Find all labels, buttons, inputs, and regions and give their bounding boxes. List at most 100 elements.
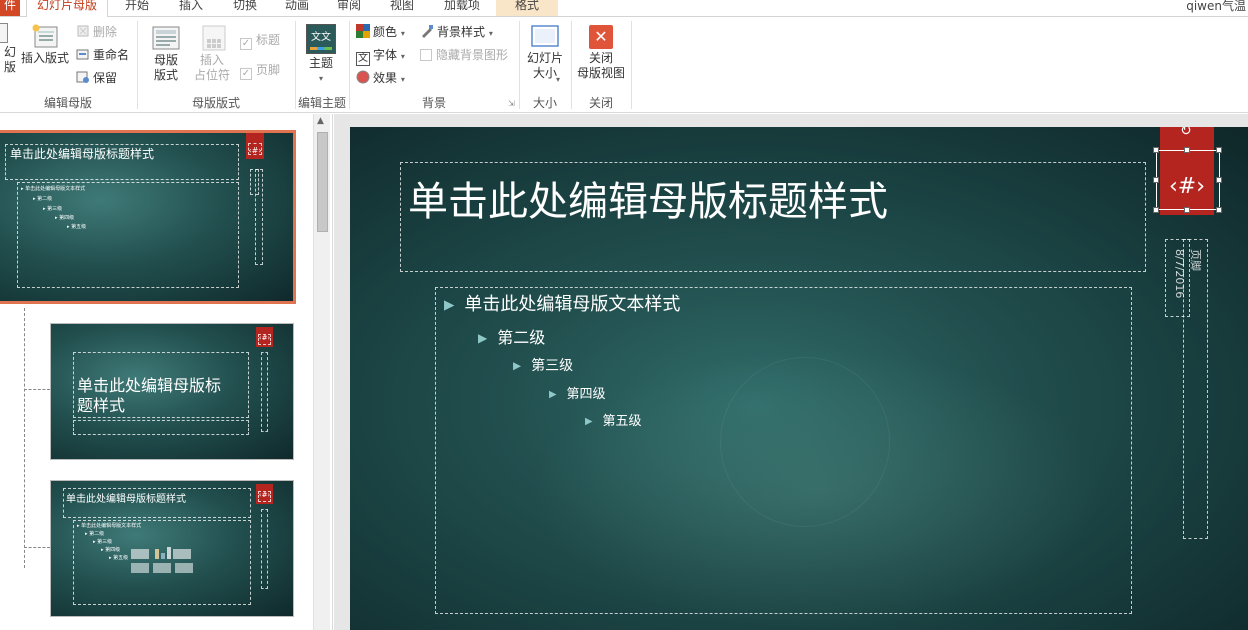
- tab-file[interactable]: 件: [0, 0, 20, 16]
- tab-home[interactable]: 开始: [112, 0, 162, 16]
- thumbnail-body-text: 第四级: [105, 547, 121, 553]
- thumbnail-body-text: 第四级: [59, 215, 75, 221]
- insert-slide-master-button[interactable]: 幻 版: [0, 23, 16, 75]
- bullet-arrow-icon: ▶: [444, 297, 455, 313]
- thumbnail-footer-placeholder: [261, 509, 268, 589]
- dialog-launcher-icon[interactable]: ⇲: [508, 99, 515, 108]
- thumbnail-body-level-5: ▸ 第五级: [109, 555, 129, 561]
- thumbnail-scrollbar[interactable]: ▲: [313, 114, 330, 630]
- footer-placeholder[interactable]: [1183, 239, 1208, 539]
- thumbnail-body-text: 第二级: [89, 531, 105, 537]
- thumbnail-body-level-4: ▸ 第四级: [55, 215, 75, 221]
- slide-editing-area[interactable]: 单击此处编辑母版标题样式 ▶ 单击此处编辑母版文本样式 ▶ 第二级 ▶ 第三级 ▶ 第四…: [334, 114, 1248, 630]
- title-checkbox[interactable]: ✓ 标题: [240, 31, 281, 50]
- fonts-button[interactable]: 文字体 ▾: [356, 46, 405, 66]
- slide-size-label: 幻灯片 大小: [526, 51, 563, 80]
- resize-handle[interactable]: [1153, 207, 1159, 213]
- rename-icon: [76, 47, 90, 61]
- group-label-master-layout: 母版版式: [191, 96, 240, 110]
- thumbnail-title: 单击此处编辑母版标题样式: [66, 494, 186, 505]
- title-content-layout-thumbnail[interactable]: ‹#› 单击此处编辑母版标题样式 ▸ 单击此处编辑母版文本样式 ▸ 第二级 ▸ …: [50, 480, 294, 617]
- thumbnail-body-text: 单击此处编辑母版文本样式: [25, 186, 86, 192]
- effects-button[interactable]: 效果 ▾: [356, 69, 405, 87]
- thumbnail-body-text: 单击此处编辑母版文本样式: [81, 523, 142, 529]
- slide-master-canvas[interactable]: 单击此处编辑母版标题样式 ▶ 单击此处编辑母版文本样式 ▶ 第二级 ▶ 第三级 ▶ 第四…: [350, 127, 1248, 630]
- title-checkbox-label: 标题: [256, 33, 281, 47]
- slide-footer[interactable]: 页脚: [1188, 249, 1204, 271]
- thumbnail-title: 单击此处编辑母版标题样式: [10, 147, 155, 161]
- tab-slide-master[interactable]: 幻灯片母版: [26, 0, 108, 18]
- background-styles-icon: [420, 24, 434, 38]
- body-level-3: ▶ 第三级: [513, 355, 573, 375]
- tab-transitions[interactable]: 切换: [220, 0, 270, 16]
- preserve-icon: [76, 70, 90, 84]
- body-level-1-text[interactable]: 单击此处编辑母版文本样式: [464, 294, 680, 315]
- hide-background-graphics-label: 隐藏背景图形: [436, 48, 509, 62]
- rotate-handle-icon[interactable]: ↻: [1180, 127, 1192, 139]
- slide-thumbnail-pane[interactable]: ‹#› 单击此处编辑母版标题样式 ▸ 单击此处编辑母版文本样式 ▸ 第二级 ▸ …: [0, 114, 333, 630]
- slide-size-button[interactable]: 幻灯片 大小: [522, 23, 568, 81]
- tab-animations[interactable]: 动画: [272, 0, 322, 16]
- tab-insert[interactable]: 插入: [166, 0, 216, 16]
- body-level-4: ▶ 第四级: [549, 383, 606, 402]
- body-level-4-text[interactable]: 第四级: [567, 387, 606, 402]
- themes-dropdown-icon: ▾: [318, 74, 323, 83]
- preserve-button[interactable]: 保留: [76, 69, 117, 87]
- thumbnail-number-tag: ‹#›: [246, 133, 264, 159]
- resize-handle[interactable]: [1216, 147, 1222, 153]
- footers-checkbox[interactable]: ✓ 页脚: [240, 61, 281, 80]
- body-level-1: ▶ 单击此处编辑母版文本样式: [444, 290, 680, 316]
- thumbnail-number-tag: ‹#›: [256, 327, 273, 347]
- delete-label: 删除: [93, 25, 118, 39]
- effects-dropdown-icon: ▾: [400, 75, 405, 84]
- rename-label: 重命名: [93, 48, 130, 62]
- scrollbar-thumb[interactable]: [317, 132, 328, 232]
- background-styles-dropdown-icon: ▾: [488, 29, 493, 38]
- resize-handle[interactable]: [1184, 147, 1190, 153]
- close-icon: ✕: [589, 25, 613, 49]
- themes-icon-text: 文文: [311, 32, 331, 43]
- ribbon-tab-bar: 件 幻灯片母版 开始 插入 切换 动画 审阅 视图 加载项 格式 qiwen气温: [0, 0, 1248, 18]
- colors-button[interactable]: 颜色 ▾: [356, 23, 405, 41]
- bullet-arrow-icon: ▶: [585, 416, 593, 427]
- themes-button[interactable]: 文文 主题 ▾: [300, 24, 342, 86]
- resize-handle[interactable]: [1153, 147, 1159, 153]
- colors-label: 颜色: [373, 25, 398, 39]
- slide-master-thumbnail[interactable]: ‹#› 单击此处编辑母版标题样式 ▸ 单击此处编辑母版文本样式 ▸ 第二级 ▸ …: [0, 130, 296, 304]
- body-level-5-text[interactable]: 第五级: [603, 414, 642, 429]
- insert-layout-button[interactable]: 插入版式: [18, 23, 72, 66]
- slide-master-icon: [0, 23, 8, 43]
- resize-handle[interactable]: [1153, 177, 1159, 183]
- body-level-3-text[interactable]: 第三级: [531, 358, 573, 374]
- slide-title[interactable]: 单击此处编辑母版标题样式: [408, 169, 888, 227]
- rename-button[interactable]: 重命名: [76, 46, 129, 64]
- hide-background-graphics-checkbox[interactable]: 隐藏背景图形: [420, 46, 508, 64]
- slide-number[interactable]: ‹#›: [1169, 174, 1205, 199]
- body-level-2-text[interactable]: 第二级: [497, 328, 545, 347]
- delete-button[interactable]: 删除: [76, 23, 117, 41]
- background-styles-button[interactable]: 背景样式 ▾: [420, 23, 493, 41]
- insert-placeholder-label: 插入 占位符: [193, 53, 230, 82]
- tab-format[interactable]: 格式: [496, 0, 558, 16]
- user-name[interactable]: qiwen气温: [1186, 0, 1246, 14]
- close-master-view-button[interactable]: ✕ 关闭 母版视图: [574, 25, 628, 81]
- layout-connector-line: [24, 547, 50, 548]
- title-checkbox-box: ✓: [240, 38, 252, 50]
- footers-checkbox-label: 页脚: [256, 63, 281, 77]
- tab-view[interactable]: 视图: [377, 0, 427, 16]
- colors-icon: [356, 24, 370, 38]
- resize-handle[interactable]: [1216, 177, 1222, 183]
- master-layout-button[interactable]: 母版 版式: [144, 25, 188, 83]
- resize-handle[interactable]: [1216, 207, 1222, 213]
- group-label-edit-theme: 编辑主题: [297, 96, 346, 110]
- tab-addins[interactable]: 加载项: [433, 0, 491, 16]
- thumbnail-body-level-3: ▸ 第三级: [93, 539, 113, 545]
- thumbnail-body-text: 第五级: [113, 555, 129, 561]
- layout-connector-line: [24, 389, 50, 390]
- slide-size-dropdown-icon: ▾: [556, 75, 561, 84]
- scroll-up-icon[interactable]: ▲: [317, 116, 324, 126]
- resize-handle[interactable]: [1184, 207, 1190, 213]
- title-layout-thumbnail[interactable]: ‹#› 单击此处编辑母版标 题样式: [50, 323, 294, 460]
- tab-review[interactable]: 审阅: [324, 0, 374, 16]
- insert-placeholder-button[interactable]: 插入 占位符: [188, 25, 236, 83]
